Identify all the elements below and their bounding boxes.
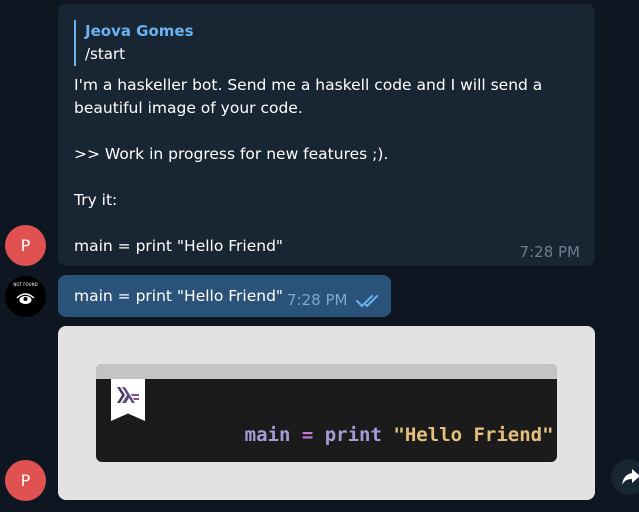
eye-icon (16, 293, 35, 304)
code-token: print (324, 424, 382, 446)
avatar-initial: P (20, 471, 31, 490)
reply-author: Jeova Gomes (85, 22, 194, 40)
reply-preview[interactable]: Jeova Gomes /start (74, 20, 194, 66)
code-line: main = print "Hello Friend" (176, 402, 554, 462)
avatar-initial: P (20, 236, 31, 255)
outgoing-message[interactable]: main = print "Hello Friend" 7:28 PM (58, 275, 391, 317)
message-time: 7:28 PM (287, 291, 348, 309)
message-text: main = print "Hello Friend" (74, 287, 284, 305)
code-token: = (290, 424, 325, 446)
incoming-message[interactable]: Jeova Gomes /start I'm a haskeller bot. … (58, 4, 595, 266)
reply-text: /start (85, 45, 125, 63)
share-forward-icon (622, 469, 639, 485)
avatar[interactable]: NOT FOUND (5, 276, 46, 317)
haskell-logo-icon (111, 379, 145, 421)
double-check-icon (356, 295, 378, 307)
message-text: I'm a haskeller bot. Send me a haskell c… (74, 76, 543, 255)
message-time: 7:28 PM (519, 243, 580, 261)
code-titlebar (96, 364, 557, 379)
avatar[interactable]: P (5, 225, 46, 266)
avatar[interactable]: P (5, 460, 46, 501)
code-token: main (244, 424, 291, 446)
code-image-message[interactable]: main = print "Hello Friend" (58, 326, 595, 500)
code-token: "Hello Friend" (393, 424, 554, 446)
code-image[interactable]: main = print "Hello Friend" (96, 364, 557, 462)
forward-button[interactable] (611, 459, 639, 495)
